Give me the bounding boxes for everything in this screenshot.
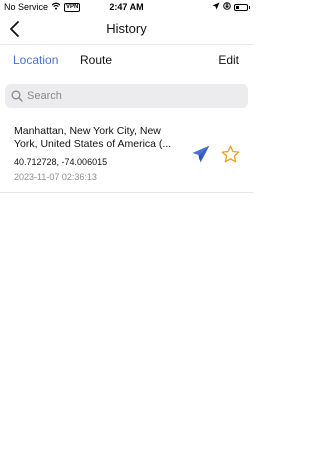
orientation-lock-icon xyxy=(223,2,231,12)
battery-icon xyxy=(234,3,250,11)
paper-plane-icon xyxy=(192,145,210,163)
status-right xyxy=(212,2,250,12)
tab-row: Location Route Edit xyxy=(0,44,253,78)
battery-level xyxy=(236,5,239,9)
list-item[interactable]: Manhattan, New York City, New York, Unit… xyxy=(0,116,253,193)
star-outline-icon xyxy=(221,145,240,163)
page-title: History xyxy=(106,21,147,36)
item-coordinates: 40.712728, -74.006015 xyxy=(14,157,108,167)
search-icon xyxy=(11,90,23,102)
item-address: Manhattan, New York City, New York, Unit… xyxy=(14,125,172,150)
status-bar: No Service VPN 2:47 AM xyxy=(0,0,253,14)
search-input[interactable] xyxy=(27,90,237,102)
tab-route[interactable]: Route xyxy=(80,53,112,67)
search-bar[interactable] xyxy=(5,84,248,108)
item-timestamp: 2023-11-07 02:36:13 xyxy=(14,172,97,182)
location-arrow-icon xyxy=(212,2,220,12)
send-button[interactable] xyxy=(191,144,211,164)
favorite-button[interactable] xyxy=(220,144,241,165)
tab-location[interactable]: Location xyxy=(13,53,58,67)
nav-bar: History xyxy=(0,14,253,45)
edit-button[interactable]: Edit xyxy=(218,53,239,67)
